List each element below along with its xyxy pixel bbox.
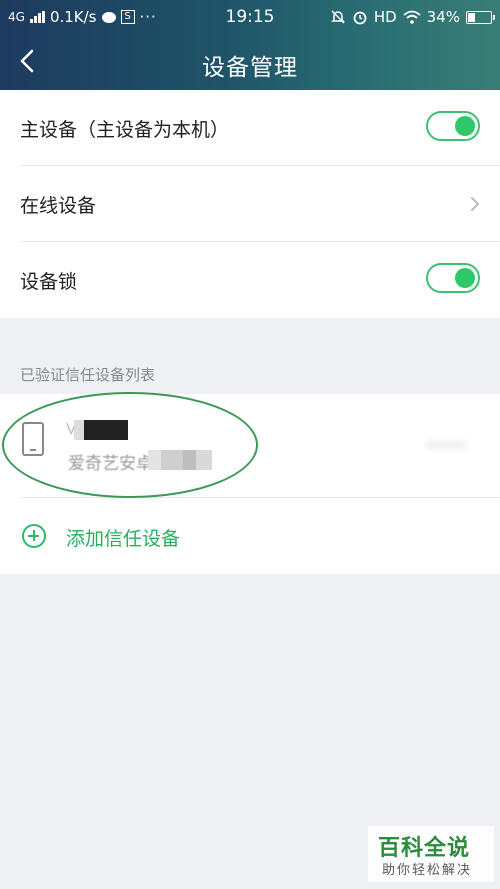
mute-bell-icon [331,10,345,24]
main-device-row: 主设备（主设备为本机） [0,90,500,166]
hd-indicator: HD [373,8,397,26]
trusted-device-item[interactable]: V 爱奇艺安卓 [0,394,500,498]
redaction-mark [148,450,212,470]
trusted-devices-group: V 爱奇艺安卓 添加信任设备 [0,394,500,574]
chevron-right-icon [471,197,480,211]
status-bar: 4G 0.1K/s S ··· 19:15 HD 34% [0,0,500,34]
phone-icon [22,422,44,456]
device-settings-group: 主设备（主设备为本机） 在线设备 设备锁 [0,90,500,318]
page-title: 设备管理 [202,55,298,81]
toggle-knob [455,268,475,288]
add-trusted-device-button[interactable]: 添加信任设备 [0,498,500,574]
device-lock-row: 设备锁 [0,242,500,318]
main-device-label: 主设备（主设备为本机） [20,118,230,141]
main-device-toggle[interactable] [426,111,480,141]
watermark: 百科全说 助你轻松解决 [368,826,494,882]
wifi-icon [403,10,421,24]
app-header: 4G 0.1K/s S ··· 19:15 HD 34% 设备管理 [0,0,500,90]
trusted-devices-section-title: 已验证信任设备列表 [20,366,156,384]
device-subtitle: 爱奇艺安卓 [68,454,153,474]
device-lock-toggle[interactable] [426,263,480,293]
redaction-mark [84,420,128,440]
online-devices-row[interactable]: 在线设备 [0,166,500,242]
watermark-subtitle: 助你轻松解决 [382,863,473,878]
battery-icon [466,10,495,24]
add-trusted-device-label: 添加信任设备 [66,528,181,550]
toggle-knob [455,116,475,136]
alarm-icon [353,11,367,25]
battery-percent: 34% [426,8,460,26]
redaction-mark [426,440,466,450]
device-lock-label: 设备锁 [20,270,78,293]
online-devices-label: 在线设备 [20,194,97,217]
watermark-title: 百科全说 [378,836,471,861]
add-circle-icon [22,524,46,548]
